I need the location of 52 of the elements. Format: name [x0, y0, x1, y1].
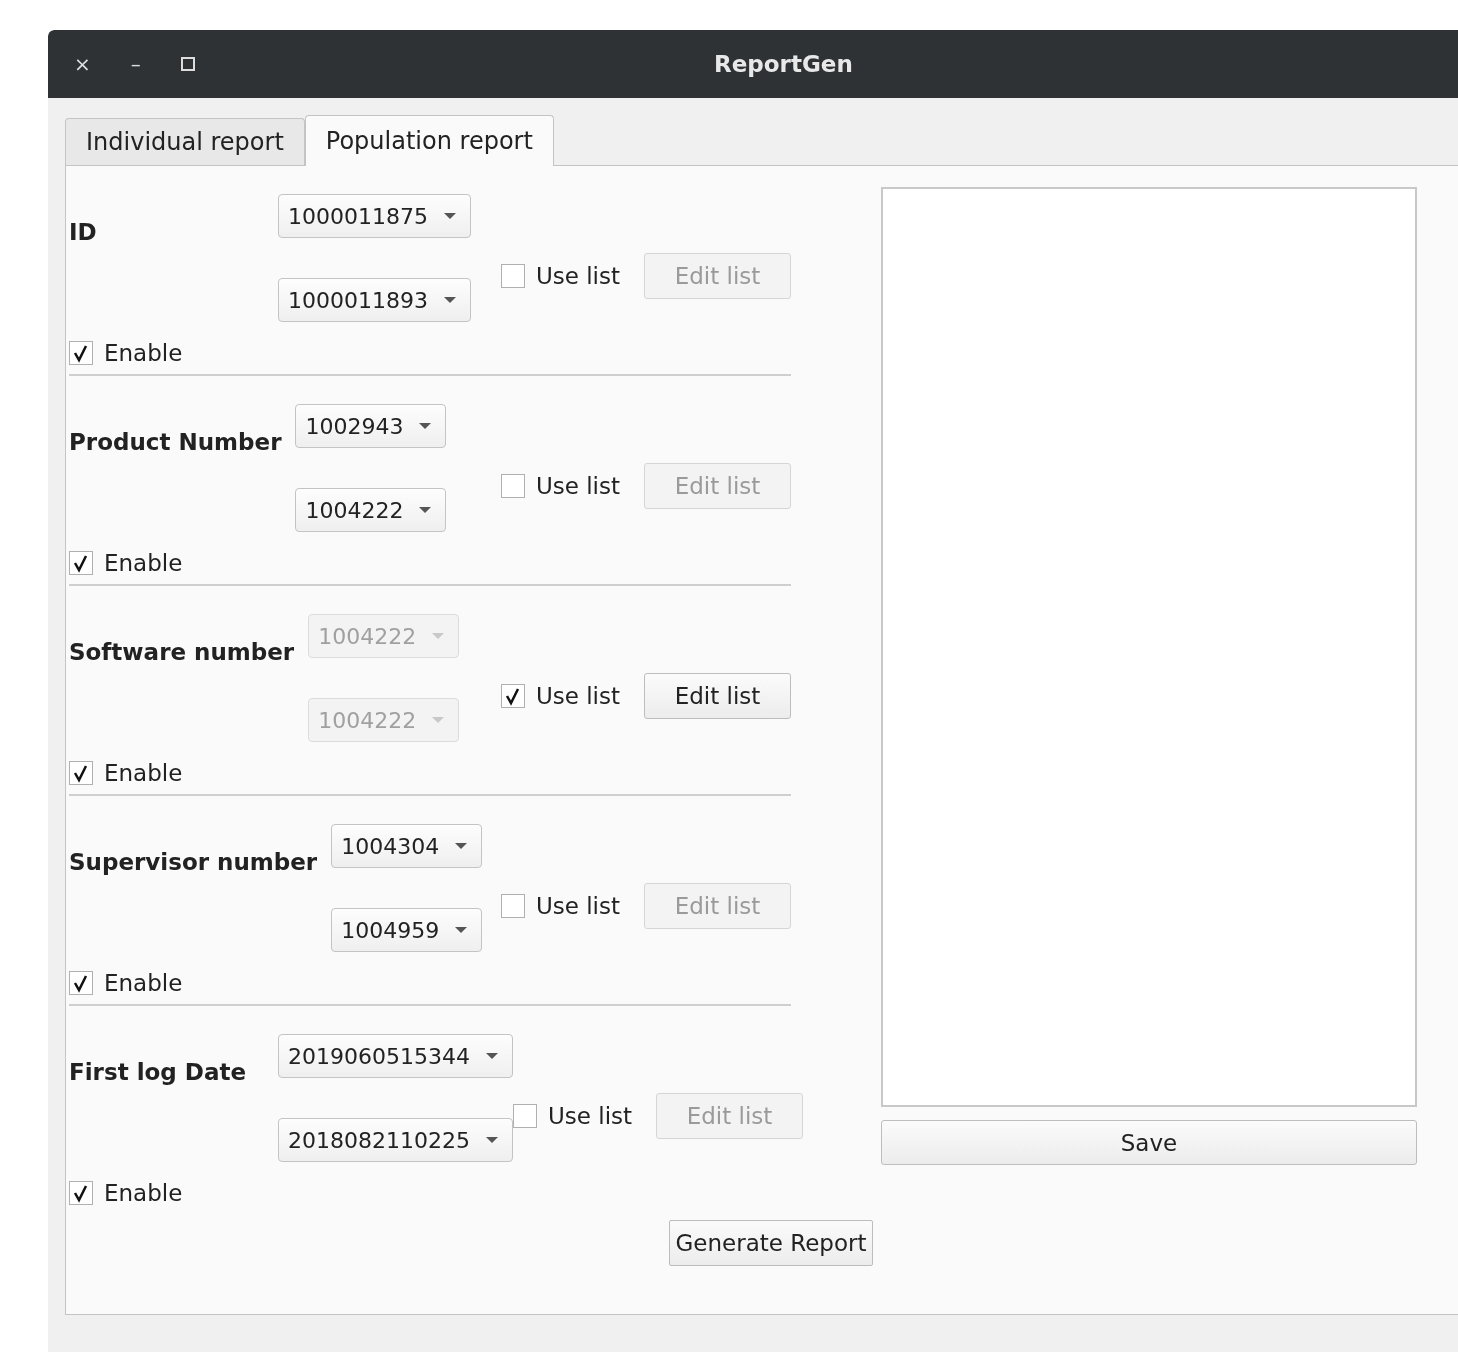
- enable-checkbox[interactable]: [69, 341, 93, 365]
- checkbox-label[interactable]: Enable: [104, 340, 183, 366]
- field-label: First log Date: [69, 1059, 247, 1085]
- checkbox-label[interactable]: Enable: [104, 760, 183, 786]
- dropdown[interactable]: 2018082110225: [278, 1118, 513, 1162]
- window-title: ReportGen: [714, 51, 853, 77]
- enable-checkbox[interactable]: [69, 1181, 93, 1205]
- enable-checkbox[interactable]: [69, 971, 93, 995]
- checkbox-label[interactable]: Enable: [104, 970, 183, 996]
- dropdown[interactable]: 1004959: [331, 908, 483, 952]
- tab[interactable]: Population report: [304, 115, 554, 166]
- caret-icon: [419, 506, 432, 514]
- dropdown[interactable]: 1000011875: [278, 194, 471, 238]
- checkbox-label[interactable]: Use list: [547, 1103, 633, 1129]
- dropdown[interactable]: 1000011893: [278, 278, 471, 322]
- use-list-checkbox[interactable]: [500, 474, 525, 498]
- minimize-button[interactable]: –: [130, 52, 141, 76]
- caret-icon: [485, 1052, 498, 1060]
- checkbox-label[interactable]: Enable: [104, 550, 183, 576]
- use-list-checkbox[interactable]: [500, 264, 525, 288]
- dropdown[interactable]: 1004222: [295, 488, 447, 532]
- field-label: Product Number: [69, 429, 282, 455]
- field-label: Supervisor number: [69, 849, 318, 875]
- caret-icon: [444, 212, 456, 220]
- maximize-icon[interactable]: [180, 57, 195, 71]
- caret-icon: [419, 422, 432, 430]
- enable-checkbox[interactable]: [69, 761, 93, 785]
- caret-icon: [444, 296, 456, 304]
- checkbox-label[interactable]: Enable: [104, 1180, 183, 1206]
- save-button[interactable]: Save: [881, 1120, 1417, 1165]
- caret-icon: [455, 842, 468, 850]
- checkbox-label[interactable]: Use list: [535, 683, 620, 709]
- checkbox-label[interactable]: Use list: [535, 473, 620, 499]
- field-label: ID: [69, 219, 98, 245]
- close-button[interactable]: ×: [74, 52, 91, 76]
- caret-icon: [432, 632, 445, 640]
- field-label: Software number: [69, 639, 295, 665]
- caret-icon: [485, 1136, 498, 1144]
- checkbox-label[interactable]: Use list: [535, 263, 620, 289]
- caret-icon: [432, 716, 445, 724]
- dropdown[interactable]: 1002943: [295, 404, 447, 448]
- generate-report-button[interactable]: Generate Report: [668, 1220, 874, 1266]
- edit-list-button[interactable]: Edit list: [644, 673, 791, 719]
- use-list-checkbox[interactable]: [500, 684, 525, 708]
- use-list-checkbox[interactable]: [512, 1104, 537, 1128]
- dropdown[interactable]: 2019060515344: [278, 1034, 513, 1078]
- enable-checkbox[interactable]: [69, 551, 93, 575]
- tab[interactable]: Individual report: [65, 118, 305, 165]
- use-list-checkbox[interactable]: [500, 894, 525, 918]
- dropdown[interactable]: 1004304: [331, 824, 483, 868]
- checkbox-label[interactable]: Use list: [535, 893, 620, 919]
- caret-icon: [455, 926, 468, 934]
